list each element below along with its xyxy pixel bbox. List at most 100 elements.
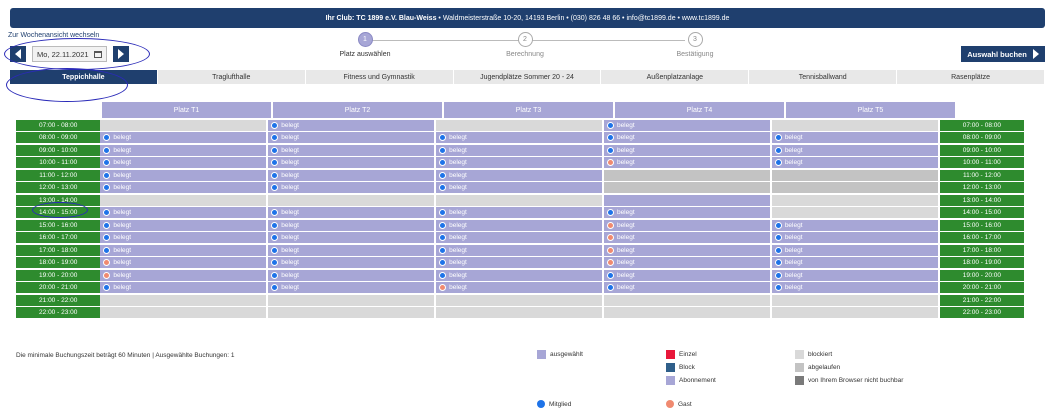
legend-label: Mitglied (549, 400, 572, 408)
court-header: Platz T5 (786, 102, 955, 118)
guest-dot-icon (103, 259, 111, 266)
tab-tennisballwand[interactable]: Tennisballwand (749, 70, 898, 84)
booked-slot: belegt (100, 282, 267, 293)
free-slot[interactable] (436, 194, 602, 206)
book-selection-button[interactable]: Auswahl buchen (961, 46, 1045, 62)
booked-label: belegt (616, 159, 635, 166)
free-slot[interactable] (603, 294, 770, 306)
member-dot-icon (774, 246, 782, 254)
week-view-link[interactable]: Zur Wochenansicht wechseln (8, 32, 99, 39)
time-label: 18:00 - 19:00 (939, 257, 1025, 268)
booked-slot: belegt (100, 219, 267, 231)
guest-dot-icon (606, 259, 614, 266)
time-label: 08:00 - 09:00 (939, 132, 1025, 143)
free-slot[interactable] (771, 194, 938, 206)
tab-rasenplaetze[interactable]: Rasenplätze (897, 70, 1046, 84)
member-dot-icon (439, 171, 447, 179)
booked-label: belegt (616, 284, 635, 291)
free-slot[interactable] (436, 294, 602, 306)
free-slot[interactable] (100, 294, 267, 306)
free-slot[interactable] (771, 119, 938, 131)
booked-label: belegt (113, 184, 132, 191)
time-label: 16:00 - 17:00 (939, 232, 1025, 243)
selected-slot[interactable] (603, 194, 770, 206)
time-slot-row: 07:00 - 08:00 belegt belegt 07:00 - 08:00 (16, 119, 1025, 131)
free-slot[interactable] (268, 194, 435, 206)
step-number: 1 (357, 32, 373, 47)
time-slot-row: 21:00 - 22:00 21:00 - 22:00 (16, 294, 1025, 306)
free-slot[interactable] (100, 307, 267, 318)
tab-aussenplatzanlage[interactable]: Außenplatzanlage (601, 70, 750, 84)
previous-day-button[interactable] (10, 46, 26, 62)
member-dot-icon (439, 234, 447, 241)
booked-label: belegt (449, 246, 467, 254)
booked-label: belegt (113, 209, 132, 216)
time-slot-row: 18:00 - 19:00 belegt belegt belegt belegt bel… (16, 257, 1025, 268)
booked-label: belegt (281, 134, 299, 141)
booked-label: belegt (616, 259, 635, 266)
time-slot-row: 14:00 - 15:00 belegt belegt belegt belegt 14:… (16, 207, 1025, 218)
free-slot[interactable] (771, 307, 938, 318)
booked-slot: belegt (436, 269, 602, 281)
booked-label: belegt (281, 159, 299, 166)
booked-label: belegt (281, 146, 299, 154)
selected-swatch (537, 350, 546, 359)
booked-label: belegt (281, 234, 299, 241)
legend-member: Mitglied (537, 400, 571, 408)
arrow-left-icon (15, 49, 21, 59)
guest-dot-icon (606, 159, 614, 166)
booked-slot: belegt (100, 269, 267, 281)
free-slot[interactable] (436, 119, 602, 131)
booked-slot: belegt (100, 157, 267, 168)
booked-slot: belegt (100, 144, 267, 156)
member-dot-icon (537, 400, 545, 408)
booked-label: belegt (449, 284, 467, 291)
free-slot[interactable] (100, 194, 267, 206)
guest-dot-icon (103, 271, 111, 279)
booked-slot: belegt (771, 282, 938, 293)
step-number: 3 (687, 32, 703, 47)
time-label: 11:00 - 12:00 (16, 169, 101, 181)
booked-slot: belegt (268, 282, 435, 293)
time-label: 09:00 - 10:00 (939, 144, 1025, 156)
tab-jugendplaetze[interactable]: Jugendplätze Sommer 20 - 24 (453, 70, 602, 84)
free-slot[interactable] (268, 307, 435, 318)
next-day-button[interactable] (112, 46, 129, 62)
booked-slot: belegt (268, 207, 435, 218)
tab-traglufthalle[interactable]: Traglufthalle (157, 70, 306, 84)
facility-tabs: Teppichhalle Traglufthalle Fitness und G… (10, 70, 1046, 84)
tab-fitness[interactable]: Fitness und Gymnastik (305, 70, 454, 84)
member-dot-icon (103, 184, 111, 191)
expired-slot (771, 169, 938, 181)
member-dot-icon (606, 121, 614, 129)
member-dot-icon (103, 234, 111, 241)
booked-label: belegt (784, 284, 803, 291)
booked-slot: belegt (436, 207, 602, 218)
step-label: Bestätigung (676, 51, 714, 58)
expired-slot (771, 182, 938, 193)
member-dot-icon (774, 271, 782, 279)
arrow-right-icon (117, 49, 124, 59)
time-slot-row: 22:00 - 23:00 22:00 - 23:00 (16, 307, 1025, 318)
tab-teppichhalle[interactable]: Teppichhalle (10, 70, 158, 84)
member-dot-icon (271, 146, 279, 154)
club-header: Ihr Club: TC 1899 e.V. Blau-Weiss • Wald… (10, 8, 1045, 28)
court-header: Platz T1 (102, 102, 271, 118)
member-dot-icon (271, 171, 279, 179)
guest-dot-icon (666, 400, 674, 408)
free-slot[interactable] (100, 119, 267, 131)
date-picker[interactable]: Mo, 22.11.2021 (32, 46, 107, 62)
member-dot-icon (606, 271, 614, 279)
free-slot[interactable] (268, 294, 435, 306)
free-slot[interactable] (771, 294, 938, 306)
free-slot[interactable] (771, 207, 938, 218)
time-label: 14:00 - 15:00 (939, 207, 1025, 218)
free-slot[interactable] (603, 307, 770, 318)
club-contact: • Waldmeisterstraße 10-20, 14193 Berlin … (438, 14, 730, 22)
booked-label: belegt (113, 259, 132, 266)
booked-slot: belegt (436, 182, 602, 193)
step-2: 2 Berechnung (475, 32, 575, 58)
booked-label: belegt (281, 284, 299, 291)
free-slot[interactable] (436, 307, 602, 318)
booked-label: belegt (113, 271, 132, 279)
